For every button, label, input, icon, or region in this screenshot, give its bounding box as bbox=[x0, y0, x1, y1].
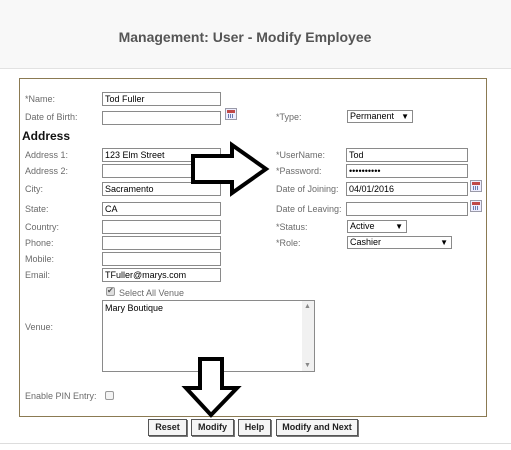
address1-label: Address 1: bbox=[25, 150, 69, 160]
dob-label: Date of Birth: bbox=[25, 112, 78, 122]
scroll-up-icon[interactable]: ▲ bbox=[304, 303, 311, 310]
email-field[interactable]: TFuller@marys.com bbox=[102, 268, 221, 282]
right-arrow-icon bbox=[191, 141, 270, 197]
venue-option[interactable]: Mary Boutique bbox=[105, 303, 163, 313]
username-label: *UserName: bbox=[276, 150, 326, 160]
status-select-value: Active bbox=[350, 221, 375, 231]
state-field[interactable]: CA bbox=[102, 202, 221, 216]
country-field[interactable] bbox=[102, 220, 221, 234]
chevron-down-icon: ▼ bbox=[395, 222, 403, 231]
role-select-value: Cashier bbox=[350, 237, 382, 247]
dob-field[interactable] bbox=[102, 111, 221, 125]
role-select[interactable]: Cashier ▼ bbox=[347, 236, 452, 249]
address2-label: Address 2: bbox=[25, 166, 69, 176]
country-label: Country: bbox=[25, 222, 60, 232]
chevron-down-icon: ▼ bbox=[440, 238, 448, 247]
dol-calendar-icon[interactable] bbox=[470, 200, 482, 212]
name-label: *Name: bbox=[25, 94, 56, 104]
phone-label: Phone: bbox=[25, 238, 54, 248]
password-label: *Password: bbox=[276, 166, 322, 176]
chevron-down-icon: ▼ bbox=[401, 112, 409, 121]
dob-calendar-icon[interactable] bbox=[225, 108, 237, 120]
email-label: Email: bbox=[25, 270, 51, 280]
name-field[interactable]: Tod Fuller bbox=[102, 92, 221, 106]
mobile-field[interactable] bbox=[102, 252, 221, 266]
date-of-leaving-field[interactable] bbox=[346, 202, 468, 216]
down-arrow-icon bbox=[181, 357, 242, 418]
phone-field[interactable] bbox=[102, 236, 221, 250]
modify-and-next-button[interactable]: Modify and Next bbox=[276, 419, 358, 436]
select-all-venue-label: Select All Venue bbox=[119, 288, 185, 298]
date-of-leaving-label: Date of Leaving: bbox=[276, 204, 342, 214]
venue-scrollbar[interactable]: ▲ ▼ bbox=[302, 301, 314, 371]
status-select[interactable]: Active ▼ bbox=[347, 220, 407, 233]
password-field[interactable]: •••••••••• bbox=[346, 164, 468, 178]
address-heading: Address bbox=[22, 129, 71, 143]
enable-pin-checkbox[interactable] bbox=[105, 391, 114, 400]
type-select-value: Permanent bbox=[350, 111, 395, 121]
type-select[interactable]: Permanent ▼ bbox=[347, 110, 413, 123]
select-all-venue-checkbox[interactable] bbox=[106, 286, 115, 296]
scroll-down-icon[interactable]: ▼ bbox=[304, 362, 311, 369]
help-button[interactable]: Help bbox=[238, 419, 271, 436]
state-label: State: bbox=[25, 204, 49, 214]
doj-calendar-icon[interactable] bbox=[470, 180, 482, 192]
pin-label: Enable PIN Entry: bbox=[25, 391, 97, 401]
page-header: Management: User - Modify Employee bbox=[0, 0, 511, 69]
modify-button[interactable]: Modify bbox=[191, 419, 234, 436]
reset-button[interactable]: Reset bbox=[148, 419, 187, 436]
status-label: *Status: bbox=[276, 222, 308, 232]
city-label: City: bbox=[25, 184, 43, 194]
footer-divider bbox=[0, 443, 511, 444]
venue-label: Venue: bbox=[25, 322, 54, 332]
role-label: *Role: bbox=[276, 238, 301, 248]
username-field[interactable]: Tod bbox=[346, 148, 468, 162]
date-of-joining-label: Date of Joining: bbox=[276, 184, 339, 194]
mobile-label: Mobile: bbox=[25, 254, 55, 264]
page-title: Management: User - Modify Employee bbox=[118, 29, 372, 45]
type-label: *Type: bbox=[276, 112, 302, 122]
date-of-joining-field[interactable]: 04/01/2016 bbox=[346, 182, 468, 196]
